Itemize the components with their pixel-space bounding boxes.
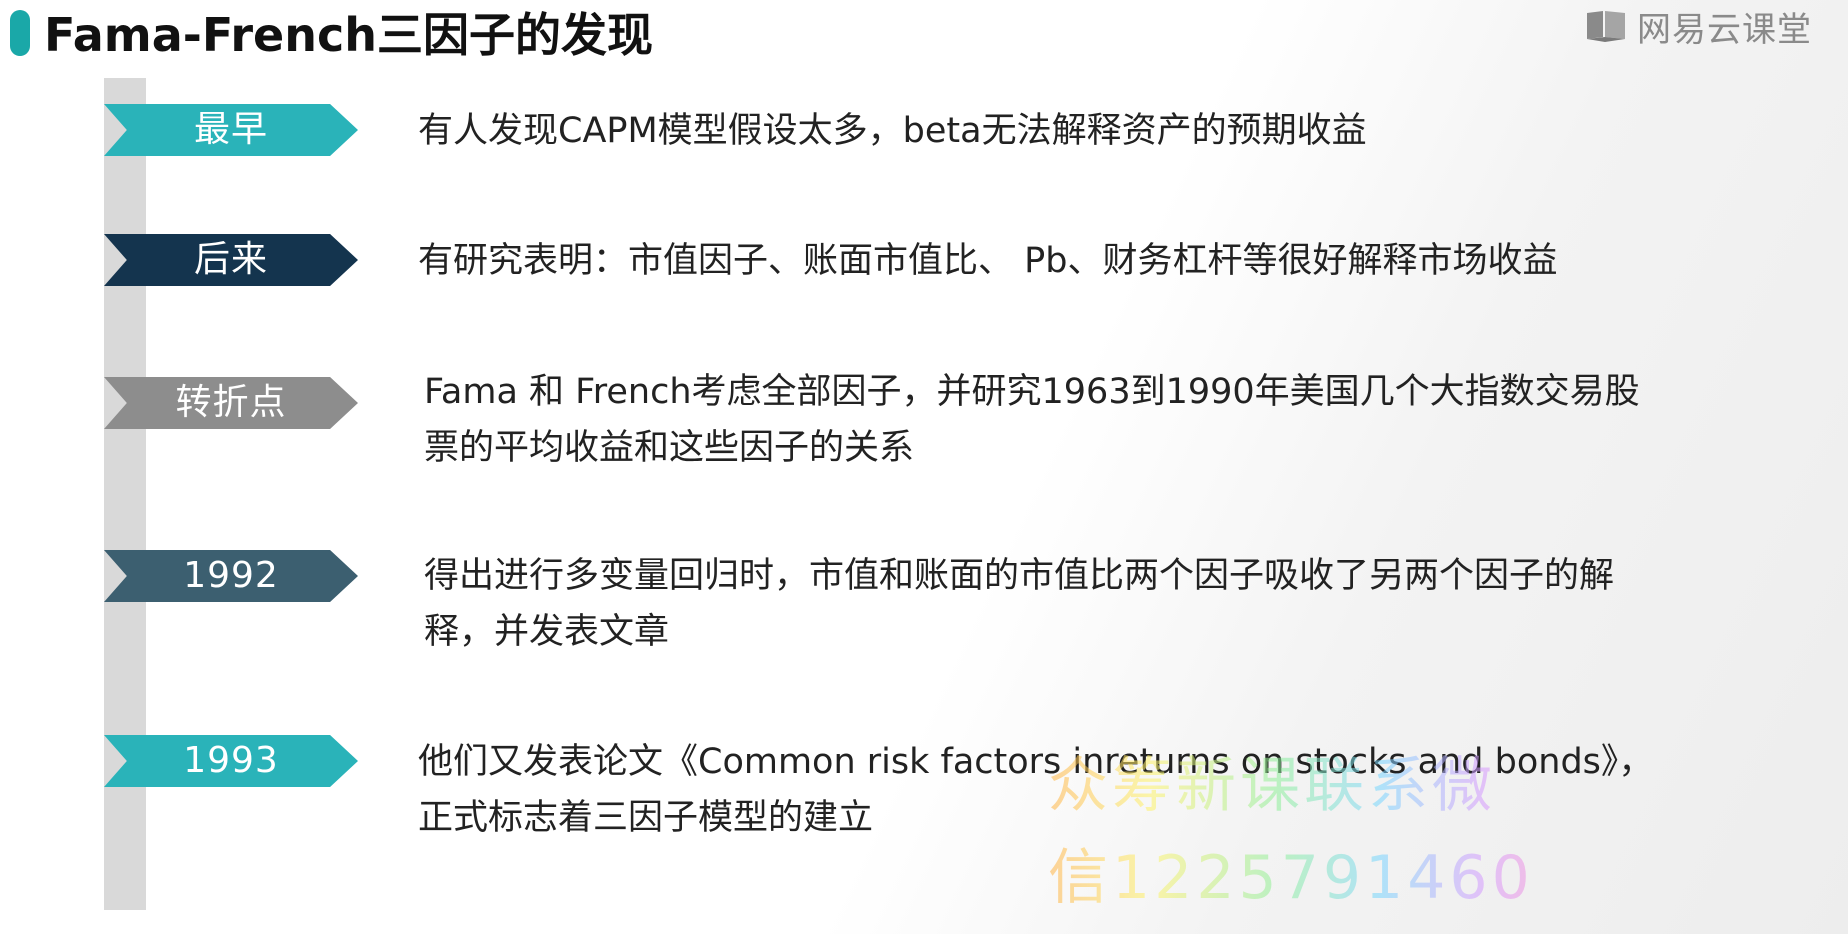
desc-line: 有人发现CAPM模型假设太多，beta无法解释资产的预期收益 xyxy=(418,111,1367,151)
page-title: Fama-French三因子的发现 xyxy=(44,8,653,62)
tag-later: 后来 xyxy=(104,234,358,286)
tag-1993: 1993 xyxy=(104,735,358,787)
desc-line: 得出进行多变量回归时，市值和账面的市值比两个因子吸收了另两个因子的解 xyxy=(424,556,1615,596)
desc-line: 票的平均收益和这些因子的关系 xyxy=(424,428,915,468)
timeline-item-1992: 得出进行多变量回归时，市值和账面的市值比两个因子吸收了另两个因子的解 释，并发表… xyxy=(424,548,1614,660)
title-accent-bar xyxy=(10,10,30,56)
timeline-item-turning-point: Fama 和 French考虑全部因子，并研究1963到1990年美国几个大指数… xyxy=(424,364,1640,476)
book-icon xyxy=(1585,9,1627,43)
desc-line: 释，并发表文章 xyxy=(424,612,670,652)
tag-label: 后来 xyxy=(193,239,268,280)
slide: { "slide": { "title": "Fama-French三因子的发现… xyxy=(0,0,1848,934)
timeline-item-later: 有研究表明：市值因子、账面市值比、 Pb、财务杠杆等很好解释市场收益 xyxy=(418,233,1557,289)
logo-text: 网易云课堂 xyxy=(1637,9,1812,50)
desc-line: 有研究表明：市值因子、账面市值比、 Pb、财务杠杆等很好解释市场收益 xyxy=(418,241,1558,281)
tag-1992: 1992 xyxy=(104,550,358,602)
desc-line: Fama 和 French考虑全部因子，并研究1963到1990年美国几个大指数… xyxy=(424,372,1640,412)
tag-turning-point: 转折点 xyxy=(104,377,358,429)
tag-earliest: 最早 xyxy=(104,104,358,156)
timeline-item-earliest: 有人发现CAPM模型假设太多，beta无法解释资产的预期收益 xyxy=(418,103,1367,159)
brand-logo: 网易云课堂 xyxy=(1585,4,1812,50)
watermark: 众筹新课联系微信1225791460 xyxy=(1048,740,1558,924)
tag-label: 1993 xyxy=(183,740,279,781)
tag-label: 1992 xyxy=(183,555,279,596)
tag-label: 转折点 xyxy=(175,382,287,423)
tag-label: 最早 xyxy=(193,109,268,150)
